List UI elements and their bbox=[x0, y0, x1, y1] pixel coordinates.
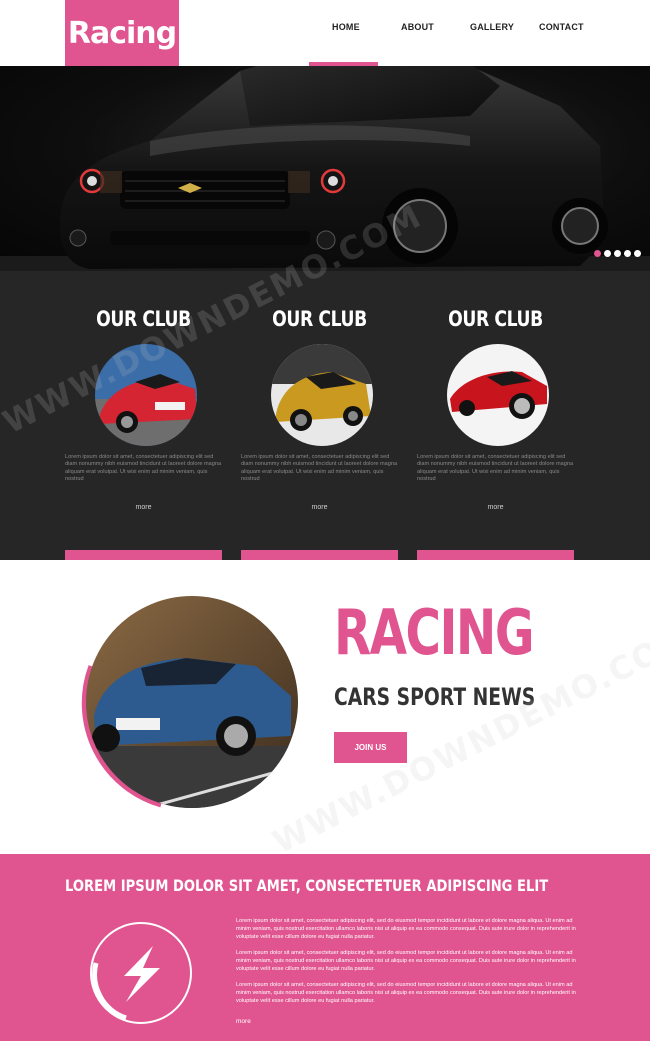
join-us-button[interactable]: JOIN US bbox=[334, 732, 407, 763]
club-card-title: OUR CLUB bbox=[272, 307, 367, 331]
racing-feature-section: RACING CARS SPORT NEWS JOIN US bbox=[0, 560, 650, 854]
club-card-3: OUR CLUB Lorem ipsum dolor sit amet, con… bbox=[417, 271, 574, 560]
club-car-image-gold-hatchback bbox=[271, 344, 373, 446]
nav-gallery[interactable]: GALLERY bbox=[470, 22, 514, 32]
slider-dots bbox=[594, 250, 641, 260]
main-nav: HOME ABOUT GALLERY CONTACT bbox=[0, 22, 650, 36]
club-card-bar[interactable] bbox=[417, 550, 574, 560]
nav-home[interactable]: HOME bbox=[332, 22, 360, 32]
lightning-bolt-icon bbox=[90, 922, 192, 1024]
slider-dot-4[interactable] bbox=[624, 250, 631, 257]
info-paragraph: Lorem ipsum dolor sit amet, consectetuer… bbox=[236, 950, 576, 972]
hero-car-image bbox=[0, 66, 650, 271]
feature-car-image-blue-audi bbox=[86, 596, 298, 808]
info-paragraph: Lorem ipsum dolor sit amet, consectetuer… bbox=[236, 918, 576, 940]
info-more-link[interactable]: more bbox=[236, 1018, 251, 1025]
club-card-bar[interactable] bbox=[241, 550, 398, 560]
club-card-2: OUR CLUB Lorem ipsum dolor sit amet, con… bbox=[241, 271, 398, 560]
feature-title: RACING bbox=[334, 596, 535, 669]
site-header: Racing HOME ABOUT GALLERY CONTACT bbox=[0, 0, 650, 66]
club-card-title: OUR CLUB bbox=[448, 307, 543, 331]
club-card-text: Lorem ipsum dolor sit amet, consectetuer… bbox=[65, 454, 222, 483]
club-card-more-link[interactable]: more bbox=[241, 504, 398, 511]
info-paragraph: Lorem ipsum dolor sit amet, consectetuer… bbox=[236, 982, 576, 1004]
club-card-title: OUR CLUB bbox=[96, 307, 191, 331]
hero-slider bbox=[0, 66, 650, 271]
feature-subtitle: CARS SPORT NEWS bbox=[334, 683, 536, 711]
club-card-text: Lorem ipsum dolor sit amet, consectetuer… bbox=[241, 454, 398, 483]
club-section: OUR CLUB Lorem ipsum dolor sit amet, con… bbox=[0, 271, 650, 560]
slider-dot-3[interactable] bbox=[614, 250, 621, 257]
club-card-more-link[interactable]: more bbox=[417, 504, 574, 511]
slider-dot-5[interactable] bbox=[634, 250, 641, 257]
club-card-text: Lorem ipsum dolor sit amet, consectetuer… bbox=[417, 454, 574, 483]
info-section: LOREM IPSUM DOLOR SIT AMET, CONSECTETUER… bbox=[0, 854, 650, 1041]
club-card-1: OUR CLUB Lorem ipsum dolor sit amet, con… bbox=[65, 271, 222, 560]
club-car-image-red-supercar bbox=[447, 344, 549, 446]
info-section-title: LOREM IPSUM DOLOR SIT AMET, CONSECTETUER… bbox=[65, 876, 549, 895]
slider-dot-1[interactable] bbox=[594, 250, 601, 257]
club-card-more-link[interactable]: more bbox=[65, 504, 222, 511]
nav-contact[interactable]: CONTACT bbox=[539, 22, 584, 32]
club-card-bar[interactable] bbox=[65, 550, 222, 560]
nav-about[interactable]: ABOUT bbox=[401, 22, 434, 32]
slider-dot-2[interactable] bbox=[604, 250, 611, 257]
club-car-image-red-coupe bbox=[95, 344, 197, 446]
